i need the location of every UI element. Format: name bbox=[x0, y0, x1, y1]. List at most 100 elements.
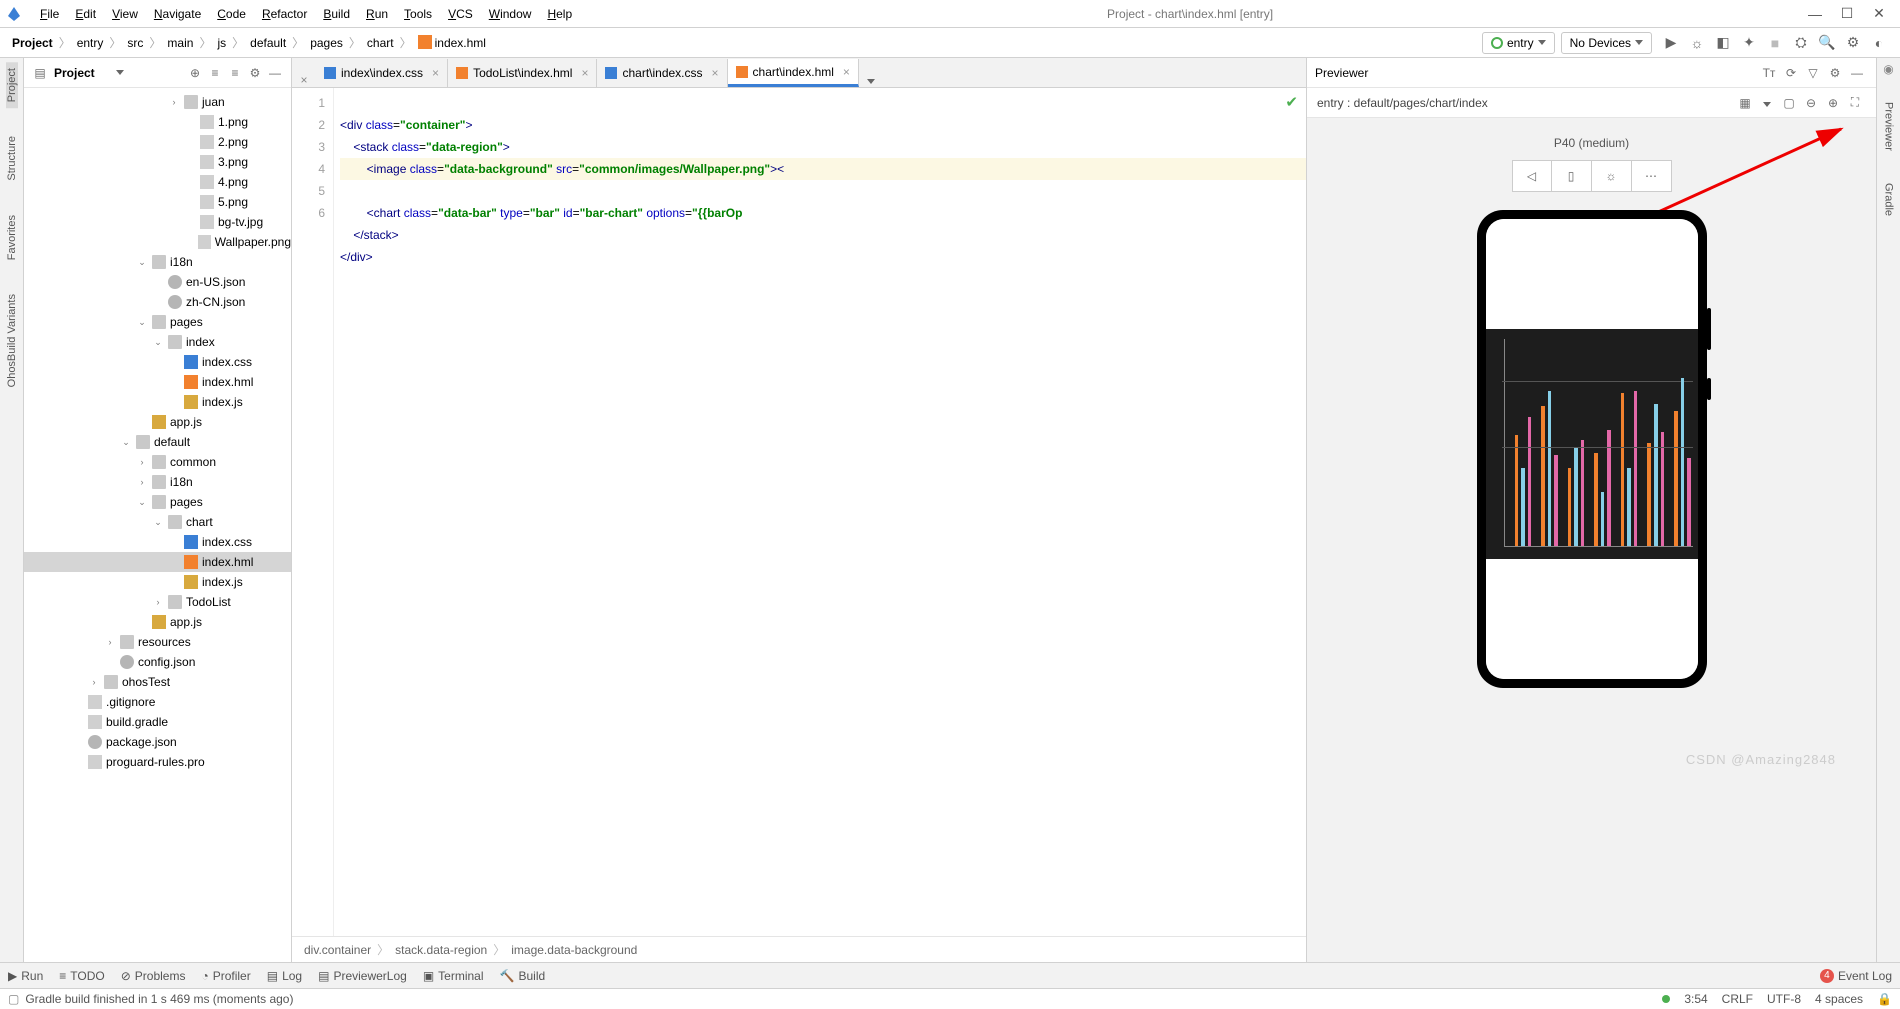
tree-node[interactable]: proguard-rules.pro bbox=[24, 752, 291, 772]
breadcrumb[interactable]: Project〉entry〉src〉main〉js〉default〉pages〉… bbox=[8, 34, 490, 51]
run-button[interactable]: ▶ bbox=[1660, 32, 1682, 54]
tree-node[interactable]: 2.png bbox=[24, 132, 291, 152]
coverage-icon[interactable]: ◧ bbox=[1712, 32, 1734, 54]
close-icon[interactable]: × bbox=[581, 66, 588, 80]
profile-icon[interactable]: ✦ bbox=[1738, 32, 1760, 54]
rotate-icon[interactable]: ▯ bbox=[1552, 160, 1592, 192]
grid-icon[interactable]: ▦ bbox=[1734, 96, 1756, 110]
editor-tab[interactable]: chart\index.hml× bbox=[728, 59, 859, 87]
tree-node[interactable]: 5.png bbox=[24, 192, 291, 212]
chevron-down-icon[interactable] bbox=[1756, 96, 1778, 110]
crumb[interactable]: chart bbox=[363, 35, 398, 51]
stop-button[interactable]: ■ bbox=[1764, 32, 1786, 54]
tree-node[interactable]: build.gradle bbox=[24, 712, 291, 732]
tree-node[interactable]: ⌄index bbox=[24, 332, 291, 352]
tree-node[interactable]: ⌄i18n bbox=[24, 252, 291, 272]
tree-node[interactable]: ⌄default bbox=[24, 432, 291, 452]
zoom-out-icon[interactable]: ⊖ bbox=[1800, 96, 1822, 110]
tab-overflow-icon[interactable] bbox=[859, 73, 883, 87]
tool-run[interactable]: ▶Run bbox=[8, 969, 43, 983]
tree-node[interactable]: en-US.json bbox=[24, 272, 291, 292]
tool-profiler[interactable]: ◔Profiler bbox=[201, 969, 250, 983]
structure-crumb[interactable]: div.container bbox=[304, 943, 371, 957]
menu-run[interactable]: Run bbox=[358, 5, 396, 23]
tool-problems[interactable]: ⊘Problems bbox=[121, 969, 186, 983]
project-tree[interactable]: ›juan1.png2.png3.png4.png5.pngbg-tv.jpgW… bbox=[24, 88, 291, 962]
gear-icon[interactable]: ⚙ bbox=[245, 66, 265, 80]
tree-node[interactable]: app.js bbox=[24, 612, 291, 632]
device-selector[interactable]: No Devices bbox=[1561, 32, 1652, 54]
close-icon[interactable]: × bbox=[712, 66, 719, 80]
rail-gradle[interactable]: Gradle bbox=[1883, 177, 1895, 222]
debug-button[interactable]: ☼ bbox=[1686, 32, 1708, 54]
expand-icon[interactable]: ≡ bbox=[205, 66, 225, 80]
close-icon[interactable]: × bbox=[843, 65, 850, 79]
structure-crumb[interactable]: image.data-background bbox=[511, 943, 637, 957]
run-config-selector[interactable]: entry bbox=[1482, 32, 1555, 54]
tree-node[interactable]: zh-CN.json bbox=[24, 292, 291, 312]
close-button[interactable]: ✕ bbox=[1864, 5, 1894, 22]
editor-tab[interactable]: TodoList\index.hml× bbox=[448, 59, 597, 87]
crumb[interactable]: default bbox=[246, 35, 290, 51]
tree-node[interactable]: ›ohosTest bbox=[24, 672, 291, 692]
menu-help[interactable]: Help bbox=[539, 5, 580, 23]
tree-node[interactable]: ›TodoList bbox=[24, 592, 291, 612]
menu-window[interactable]: Window bbox=[481, 5, 540, 23]
caret-position[interactable]: 3:54 bbox=[1684, 992, 1707, 1006]
tool-todo[interactable]: ≡TODO bbox=[59, 969, 104, 983]
menu-code[interactable]: Code bbox=[209, 5, 254, 23]
search-icon[interactable]: 🔍 bbox=[1816, 32, 1838, 54]
tree-node[interactable]: ›resources bbox=[24, 632, 291, 652]
close-icon[interactable]: × bbox=[432, 66, 439, 80]
crumb[interactable]: js bbox=[213, 35, 230, 51]
tree-node[interactable]: ›i18n bbox=[24, 472, 291, 492]
crumb[interactable]: index.hml bbox=[414, 34, 490, 51]
zoom-in-icon[interactable]: ⊕ bbox=[1822, 96, 1844, 110]
tool-terminal[interactable]: ▣Terminal bbox=[423, 969, 484, 983]
fullscreen-icon[interactable]: ⛶ bbox=[1844, 95, 1866, 110]
hide-icon[interactable]: — bbox=[1846, 66, 1868, 80]
menu-vcs[interactable]: VCS bbox=[440, 5, 481, 23]
rail-previewer[interactable]: Previewer bbox=[1883, 96, 1895, 157]
tree-node[interactable]: index.js bbox=[24, 392, 291, 412]
tree-node[interactable]: 1.png bbox=[24, 112, 291, 132]
tree-node[interactable]: index.hml bbox=[24, 552, 291, 572]
minimize-button[interactable]: — bbox=[1800, 6, 1830, 22]
menu-refactor[interactable]: Refactor bbox=[254, 5, 315, 23]
crumb[interactable]: pages bbox=[306, 35, 347, 51]
menu-file[interactable]: File bbox=[32, 5, 67, 23]
settings-icon[interactable]: ⚙ bbox=[1842, 32, 1864, 54]
project-pane-title[interactable]: Project bbox=[50, 66, 116, 80]
filter-icon[interactable]: ▽ bbox=[1802, 66, 1824, 80]
font-icon[interactable]: Tᴛ bbox=[1758, 66, 1780, 80]
menu-view[interactable]: View bbox=[104, 5, 146, 23]
tree-node[interactable]: 3.png bbox=[24, 152, 291, 172]
rail-structure[interactable]: Structure bbox=[6, 130, 18, 187]
editor-tab[interactable]: index\index.css× bbox=[316, 59, 448, 87]
tool-previewerlog[interactable]: ▤PreviewerLog bbox=[318, 969, 407, 983]
line-separator[interactable]: CRLF bbox=[1722, 992, 1753, 1006]
tree-node[interactable]: ⌄pages bbox=[24, 312, 291, 332]
refresh-icon[interactable]: ⟳ bbox=[1780, 66, 1802, 80]
tree-node[interactable]: config.json bbox=[24, 652, 291, 672]
editor-tab[interactable]: chart\index.css× bbox=[597, 59, 727, 87]
code-editor[interactable]: 123456 <div class="container"> <stack cl… bbox=[292, 88, 1306, 936]
rail-favorites[interactable]: Favorites bbox=[6, 209, 18, 266]
crop-icon[interactable]: ▢ bbox=[1778, 96, 1800, 110]
tree-node[interactable]: package.json bbox=[24, 732, 291, 752]
menu-tools[interactable]: Tools bbox=[396, 5, 440, 23]
structure-breadcrumb[interactable]: div.container〉stack.data-region〉image.da… bbox=[292, 936, 1306, 962]
event-log[interactable]: 4Event Log bbox=[1820, 969, 1892, 983]
structure-crumb[interactable]: stack.data-region bbox=[395, 943, 487, 957]
hide-icon[interactable]: — bbox=[265, 66, 285, 80]
rail-ohosbuild-variants[interactable]: OhosBuild Variants bbox=[6, 288, 18, 393]
status-icon[interactable]: ▢ bbox=[8, 992, 19, 1006]
rail-project[interactable]: Project bbox=[6, 62, 18, 108]
crumb[interactable]: entry bbox=[73, 35, 108, 51]
indent[interactable]: 4 spaces bbox=[1815, 992, 1863, 1006]
maximize-button[interactable]: ☐ bbox=[1832, 5, 1862, 22]
encoding[interactable]: UTF-8 bbox=[1767, 992, 1801, 1006]
code-content[interactable]: <div class="container"> <stack class="da… bbox=[334, 88, 1306, 936]
tool-build[interactable]: 🔨Build bbox=[500, 969, 546, 983]
menu-navigate[interactable]: Navigate bbox=[146, 5, 209, 23]
